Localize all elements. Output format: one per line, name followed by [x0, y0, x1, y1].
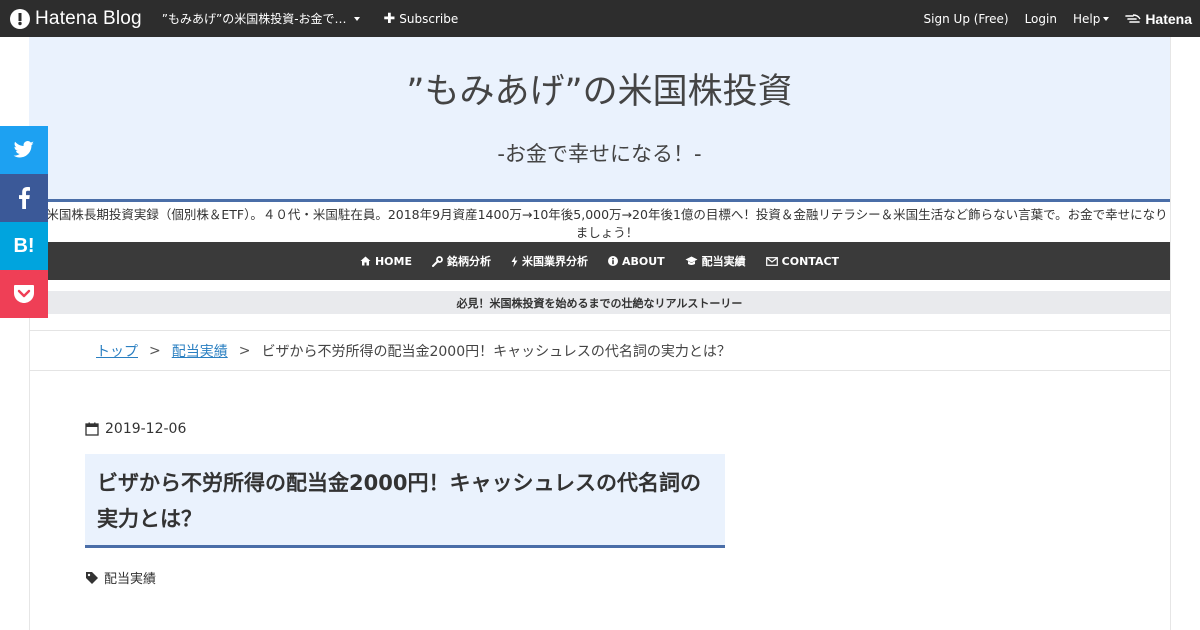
envelope-icon	[765, 256, 778, 266]
help-dropdown[interactable]: Help	[1072, 11, 1110, 26]
article-date: 2019-12-06	[85, 421, 186, 437]
breadcrumb-top-link[interactable]: トップ	[96, 341, 138, 361]
nav-item-label: 米国業界分析	[521, 255, 588, 268]
hatena-bookmark-icon: B!	[13, 234, 35, 257]
blog-title[interactable]: ”もみあげ”の米国株投資	[29, 63, 1170, 114]
nav-item-about[interactable]: ABOUT	[607, 254, 665, 268]
blog-subtitle: -お金で幸せになる！-	[497, 142, 702, 166]
featured-banner-link[interactable]: 必見！米国株投資を始めるまでの壮絶なリアルストーリー	[29, 291, 1170, 314]
nav-item-industry-analysis[interactable]: 米国業界分析	[511, 253, 588, 269]
twitter-share-button[interactable]	[0, 126, 48, 174]
caret-down-icon	[1103, 16, 1110, 21]
blog-selector-dropdown[interactable]: ”もみあげ”の米国株投資-お金で…	[162, 10, 360, 27]
page-frame-right	[1170, 37, 1171, 630]
bolt-icon	[511, 255, 518, 267]
nav-item-label: CONTACT	[781, 254, 840, 268]
calendar-icon	[85, 422, 99, 436]
facebook-icon	[19, 187, 30, 209]
info-icon	[607, 256, 618, 266]
nav-item-dividends[interactable]: 配当実績	[685, 253, 746, 269]
article-title[interactable]: ビザから不労所得の配当金2000円！キャッシュレスの代名詞の実力とは？	[97, 465, 713, 537]
article-categories: 配当実績	[85, 568, 156, 587]
divider	[29, 330, 1170, 331]
nav-item-label: HOME	[374, 254, 412, 268]
topbar-right-links: Sign Up (Free) Login Help Hatena	[908, 11, 1192, 27]
hatena-logo-text: Hatena	[1145, 10, 1192, 27]
nav-item-label: ABOUT	[621, 254, 665, 268]
subscribe-label: Subscribe	[399, 11, 459, 26]
breadcrumb: トップ > 配当実績 > ビザから不労所得の配当金2000円！キャッシュレスの代…	[96, 341, 731, 361]
article-date-text[interactable]: 2019-12-06	[105, 421, 186, 437]
article-title-box: ビザから不労所得の配当金2000円！キャッシュレスの代名詞の実力とは？	[85, 454, 725, 548]
nav-item-home[interactable]: HOME	[360, 255, 412, 268]
breadcrumb-category-link[interactable]: 配当実績	[172, 341, 228, 361]
share-sidebar: B!	[0, 126, 48, 318]
hatena-blog-logo-text: Hatena Blog	[35, 7, 142, 29]
home-icon	[360, 256, 371, 266]
hatena-bookmark-share-button[interactable]: B!	[0, 222, 48, 270]
hatena-global-header: Hatena Blog ”もみあげ”の米国株投資-お金で… ✚ Subscrib…	[0, 0, 1200, 37]
hatena-blog-logo-icon	[10, 8, 30, 29]
breadcrumb-separator: >	[149, 343, 161, 359]
hatena-logo[interactable]: Hatena	[1125, 11, 1192, 27]
wrench-icon	[431, 255, 443, 267]
divider	[29, 370, 1170, 371]
article-category-link[interactable]: 配当実績	[104, 568, 156, 587]
global-nav: HOME 銘柄分析 米国業界分析 ABOUT 配当実績 CONTACT	[29, 242, 1170, 280]
tag-icon	[86, 571, 98, 584]
caret-down-icon	[353, 16, 360, 21]
facebook-share-button[interactable]	[0, 174, 48, 222]
pocket-icon	[14, 285, 34, 303]
hatena-blog-logo[interactable]: Hatena Blog	[10, 0, 142, 37]
login-link[interactable]: Login	[1025, 12, 1057, 26]
blog-header: ”もみあげ”の米国株投資 -お金で幸せになる！-	[29, 37, 1170, 200]
subscribe-button[interactable]: ✚ Subscribe	[384, 12, 459, 26]
nav-item-contact[interactable]: CONTACT	[765, 254, 840, 268]
hatena-wing-icon	[1125, 13, 1141, 23]
plus-icon: ✚	[383, 10, 396, 27]
breadcrumb-current: ビザから不労所得の配当金2000円！キャッシュレスの代名詞の実力とは？	[261, 344, 731, 360]
nav-item-label: 配当実績	[701, 255, 746, 268]
breadcrumb-separator: >	[238, 343, 251, 359]
blog-selector-label: ”もみあげ”の米国株投資-お金で…	[161, 12, 347, 26]
header-divider	[29, 199, 1170, 202]
pocket-share-button[interactable]	[0, 270, 48, 318]
help-label: Help	[1072, 11, 1101, 26]
nav-item-label: 銘柄分析	[446, 255, 491, 268]
blog-description: 米国株長期投資実録（個別株＆ETF）。４０代・米国駐在員。2018年9月資産14…	[46, 207, 1168, 240]
twitter-icon	[13, 141, 34, 158]
signup-link[interactable]: Sign Up (Free)	[924, 12, 1009, 26]
nav-item-stock-analysis[interactable]: 銘柄分析	[431, 253, 491, 269]
graduation-cap-icon	[685, 256, 698, 265]
